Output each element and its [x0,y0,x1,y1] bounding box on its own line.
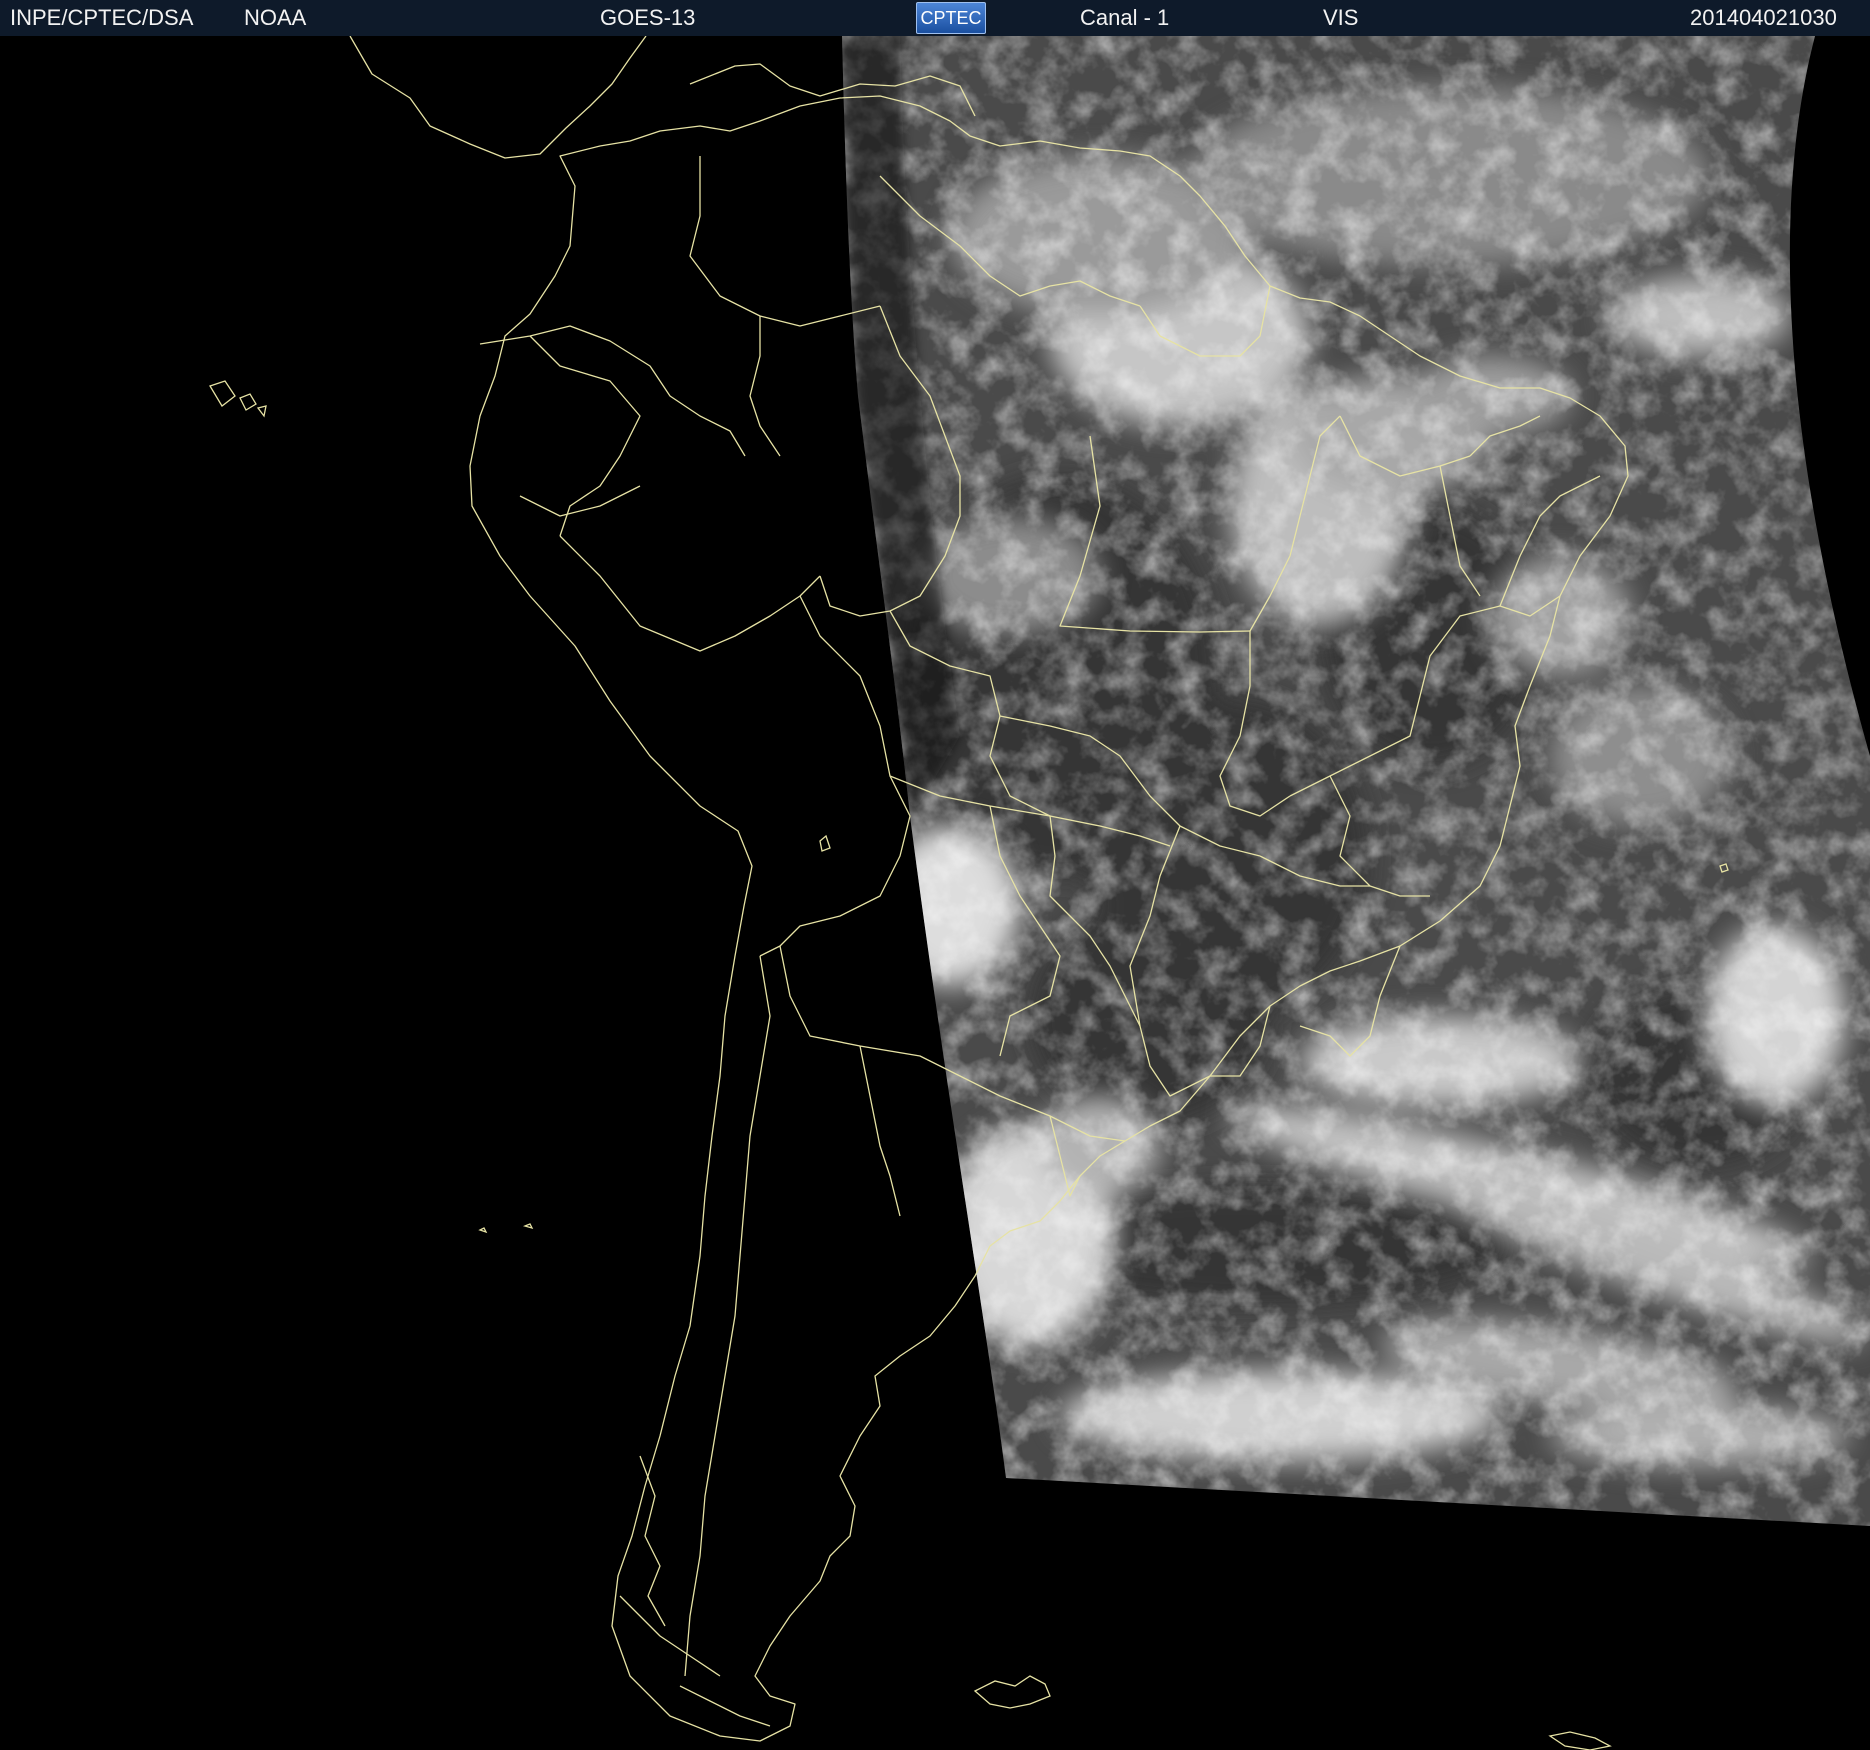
galapagos-islands [209,380,267,418]
image-header-bar: INPE/CPTEC/DSA NOAA GOES-13 CPTEC Canal … [0,0,1870,36]
channel-label: Canal - 1 [1080,5,1170,30]
timestamp-label: 201404021030 [1690,5,1837,30]
satellite-image [0,36,1870,1750]
central-america-coast [349,36,647,159]
institution-label: INPE/CPTEC/DSA [10,5,194,30]
agency-label: NOAA [244,5,307,30]
cptec-logo: CPTEC [916,2,986,34]
south-georgia [1548,1731,1612,1750]
band-label: VIS [1323,5,1359,30]
falkland-islands [973,1675,1051,1709]
satellite-label: GOES-13 [600,5,696,30]
satellite-map [209,36,1870,1750]
